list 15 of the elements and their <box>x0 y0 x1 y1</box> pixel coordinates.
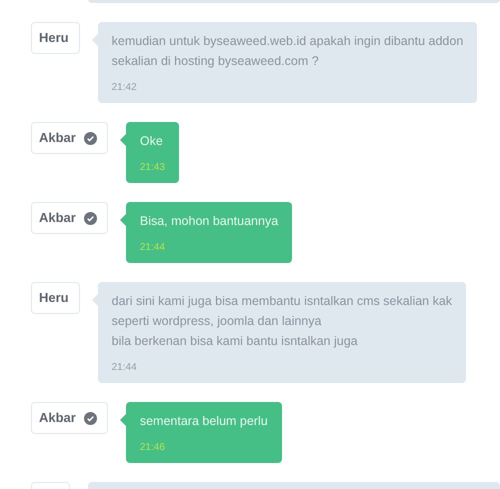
message-time: 21:44 <box>112 362 138 374</box>
message-time: 21:43 <box>140 162 165 174</box>
message-time: 21:42 <box>112 82 138 94</box>
message-time: 21:46 <box>140 442 166 454</box>
message-text: dari sini kami juga bisa membantu isntalkan cms sekalian kak seperti wordpress, joomla dan lainnya bila berkenan bisa kami bantu isntalkan juga <box>112 293 452 350</box>
message-text: Oke <box>140 133 164 150</box>
message-text: Bisa, mohon bantuannya <box>140 213 278 230</box>
message-text: kemudian untuk byseaweed.web.id apakah ingin dibantu addon sekalian di hosting byseaweed.com ? <box>112 33 464 70</box>
message-time: 21:44 <box>140 242 166 254</box>
sender-name: Heru <box>39 31 69 45</box>
sender-name: Akbar <box>39 211 76 225</box>
sender-name: Akbar <box>39 131 76 145</box>
message-text: sementara belum perlu <box>140 413 268 430</box>
sender-name: Akbar <box>39 411 76 425</box>
sender-name: Heru <box>39 291 69 305</box>
